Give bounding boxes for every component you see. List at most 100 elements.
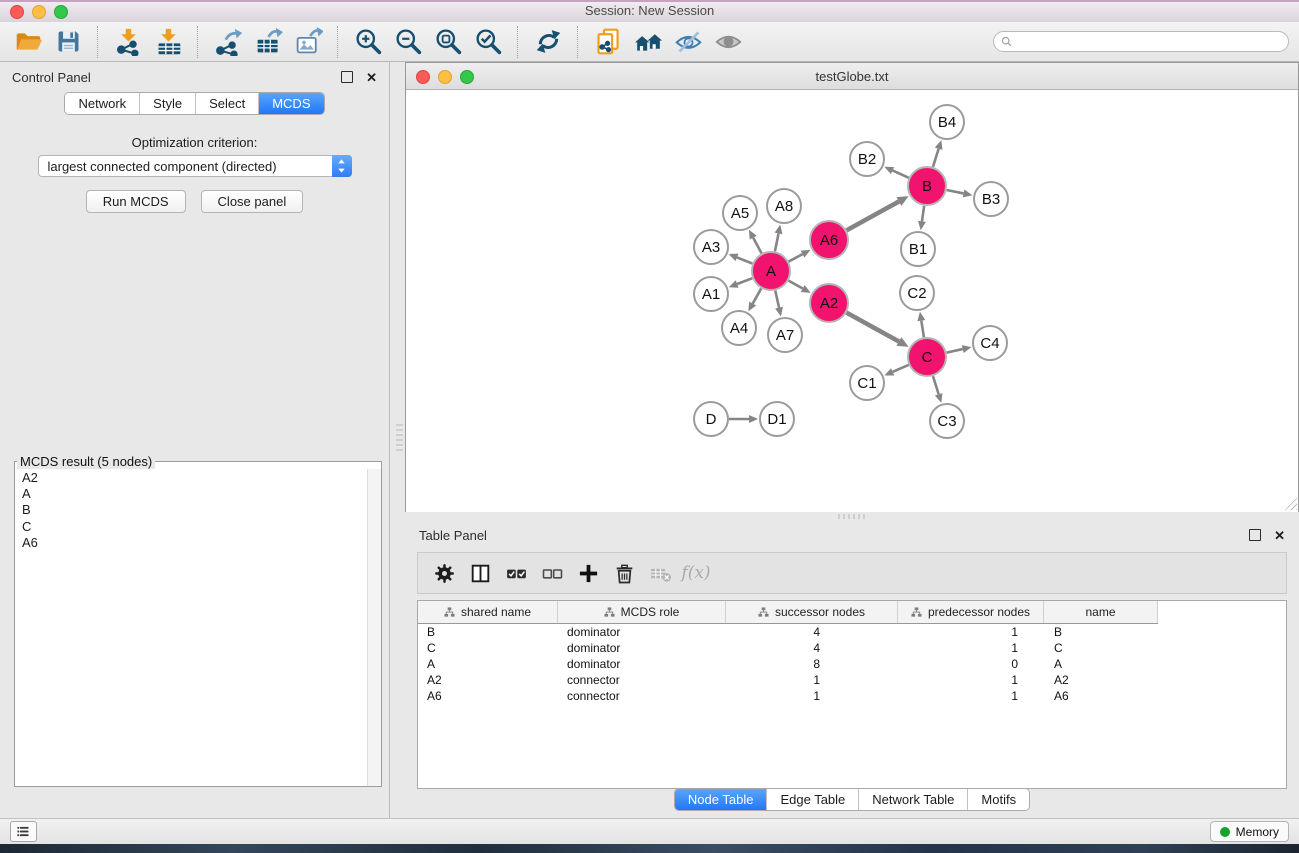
table-row[interactable]: Cdominator41C	[418, 640, 1286, 656]
table-panel-tab-node-table[interactable]: Node Table	[675, 789, 767, 810]
close-panel-icon[interactable]: ✕	[366, 71, 377, 84]
run-mcds-button[interactable]: Run MCDS	[86, 190, 186, 213]
column-header-predecessor-nodes[interactable]: predecessor nodes	[898, 601, 1044, 623]
table-cell[interactable]: connector	[558, 689, 726, 703]
network-edge-A-A7[interactable]	[775, 291, 779, 308]
select-all-button[interactable]	[498, 556, 534, 590]
table-cell[interactable]: 1	[898, 673, 1044, 687]
network-canvas[interactable]: B4B2BB3A5A8A6A3B1AA1C2A2A4A7C4CC1C3DD1	[406, 90, 1298, 512]
zoom-fit-button[interactable]	[428, 25, 468, 59]
table-cell[interactable]: connector	[558, 673, 726, 687]
network-edge-B-B3[interactable]	[947, 190, 964, 193]
network-edge-C-C1[interactable]	[893, 365, 909, 372]
delete-row-button[interactable]	[606, 556, 642, 590]
split-divider-grip-horizontal[interactable]	[838, 514, 866, 519]
show-panels-button[interactable]	[10, 821, 37, 842]
network-edge-A-A4[interactable]	[753, 288, 762, 303]
function-builder-button[interactable]: f(x)	[678, 556, 714, 590]
table-cell[interactable]: 1	[898, 689, 1044, 703]
table-cell[interactable]: A6	[418, 689, 558, 703]
network-edge-C-C2[interactable]	[921, 321, 924, 338]
table-cell[interactable]: dominator	[558, 641, 726, 655]
network-edge-A-A2[interactable]	[789, 281, 803, 289]
memory-button[interactable]: Memory	[1210, 821, 1289, 842]
control-panel-tab-style[interactable]: Style	[139, 93, 195, 114]
table-cell[interactable]: 4	[726, 625, 898, 639]
apply-preferred-layout-button[interactable]	[528, 25, 568, 59]
network-zoom-button[interactable]	[460, 70, 474, 84]
table-cell[interactable]: 4	[726, 641, 898, 655]
table-panel-tab-edge-table[interactable]: Edge Table	[766, 789, 858, 810]
result-scrollbar[interactable]	[367, 469, 381, 786]
table-cell[interactable]: dominator	[558, 625, 726, 639]
table-panel-tab-network-table[interactable]: Network Table	[858, 789, 967, 810]
delete-table-button[interactable]	[642, 556, 678, 590]
control-panel-tab-network[interactable]: Network	[65, 93, 139, 114]
hide-selected-button[interactable]	[668, 25, 708, 59]
import-table-button[interactable]	[148, 25, 188, 59]
network-close-button[interactable]	[416, 70, 430, 84]
table-cell[interactable]: B	[1044, 625, 1158, 639]
first-neighbors-button[interactable]	[628, 25, 668, 59]
settings-button[interactable]	[426, 556, 462, 590]
network-edge-B-B2[interactable]	[893, 170, 909, 177]
network-minimize-button[interactable]	[438, 70, 452, 84]
open-session-button[interactable]	[8, 25, 48, 59]
search-field[interactable]	[993, 31, 1289, 52]
network-edge-A-A6[interactable]	[789, 254, 803, 261]
table-cell[interactable]: 0	[898, 657, 1044, 671]
table-cell[interactable]: C	[1044, 641, 1158, 655]
network-edge-A-A1[interactable]	[737, 278, 752, 284]
table-row[interactable]: A6connector11A6	[418, 688, 1286, 704]
close-table-panel-icon[interactable]: ✕	[1274, 529, 1285, 542]
control-panel-tab-select[interactable]: Select	[195, 93, 258, 114]
table-cell[interactable]: 1	[726, 673, 898, 687]
column-header-mcds-role[interactable]: MCDS role	[558, 601, 726, 623]
table-cell[interactable]: 1	[898, 625, 1044, 639]
table-cell[interactable]: A	[418, 657, 558, 671]
split-divider-grip-vertical[interactable]	[396, 424, 403, 452]
optimization-criterion-dropdown[interactable]: largest connected component (directed)	[38, 155, 352, 177]
zoom-in-button[interactable]	[348, 25, 388, 59]
import-network-button[interactable]	[108, 25, 148, 59]
new-network-from-selection-button[interactable]	[588, 25, 628, 59]
table-row[interactable]: Bdominator41B	[418, 624, 1286, 640]
add-row-button[interactable]	[570, 556, 606, 590]
unselect-all-button[interactable]	[534, 556, 570, 590]
table-cell[interactable]: 1	[726, 689, 898, 703]
show-all-button[interactable]	[708, 25, 748, 59]
dropdown-stepper-icon[interactable]	[332, 155, 352, 177]
column-header-name[interactable]: name	[1044, 601, 1158, 623]
column-manager-button[interactable]	[462, 556, 498, 590]
table-row[interactable]: Adominator80A	[418, 656, 1286, 672]
table-cell[interactable]: dominator	[558, 657, 726, 671]
network-edge-A6-B[interactable]	[847, 201, 899, 230]
save-session-button[interactable]	[48, 25, 88, 59]
table-cell[interactable]: A	[1044, 657, 1158, 671]
network-edge-A2-C[interactable]	[847, 313, 899, 342]
table-cell[interactable]: A2	[418, 673, 558, 687]
column-header-shared-name[interactable]: shared name	[418, 601, 558, 623]
network-edge-C-C3[interactable]	[933, 376, 939, 394]
float-panel-icon[interactable]	[341, 71, 353, 83]
network-edge-A-A5[interactable]	[753, 238, 761, 254]
table-cell[interactable]: B	[418, 625, 558, 639]
float-table-panel-icon[interactable]	[1249, 529, 1261, 541]
control-panel-tab-mcds[interactable]: MCDS	[258, 93, 323, 114]
zoom-out-button[interactable]	[388, 25, 428, 59]
network-edge-B-B4[interactable]	[933, 149, 939, 167]
network-edge-B-B1[interactable]	[922, 206, 924, 221]
search-input[interactable]	[1017, 34, 1282, 50]
table-panel-tab-motifs[interactable]: Motifs	[967, 789, 1029, 810]
table-cell[interactable]: A2	[1044, 673, 1158, 687]
close-panel-button[interactable]: Close panel	[201, 190, 304, 213]
export-network-button[interactable]	[208, 25, 248, 59]
table-cell[interactable]: 1	[898, 641, 1044, 655]
table-cell[interactable]: A6	[1044, 689, 1158, 703]
table-row[interactable]: A2connector11A2	[418, 672, 1286, 688]
network-edge-C-C4[interactable]	[947, 349, 963, 353]
column-header-successor-nodes[interactable]: successor nodes	[726, 601, 898, 623]
zoom-selected-button[interactable]	[468, 25, 508, 59]
network-edge-A-A3[interactable]	[737, 257, 752, 263]
export-table-button[interactable]	[248, 25, 288, 59]
